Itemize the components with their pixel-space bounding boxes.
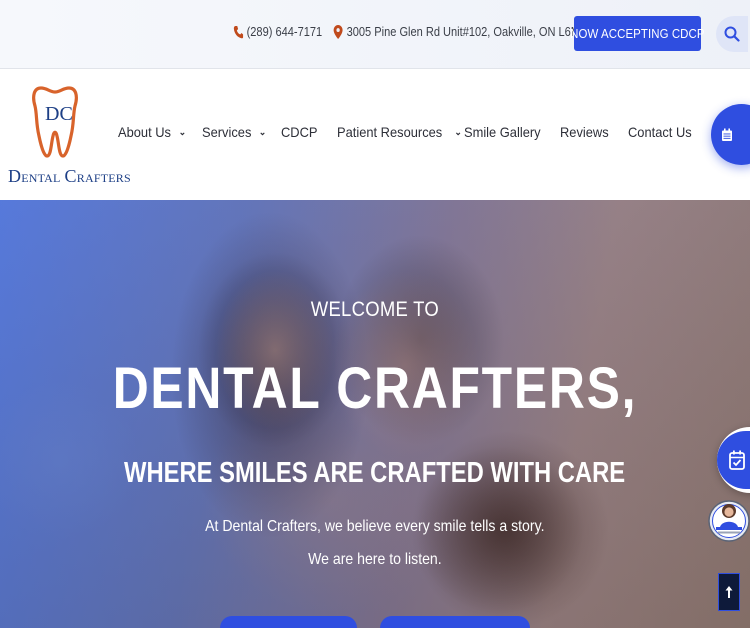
top-bar: (289) 644-7171 3005 Pine Glen Rd Unit#10… — [0, 0, 750, 69]
hero-subtitle-text: WHERE SMILES ARE CRAFTED WITH CARE — [124, 457, 626, 489]
hero-welcome-label: WELCOME TO — [310, 298, 440, 321]
nav-item-about-us[interactable]: About Us ⌄ — [118, 124, 186, 140]
nav-item-patient-resources[interactable]: Patient Resources ⌄ — [337, 124, 462, 140]
review-badge-icon — [708, 500, 750, 542]
accepting-cdcp-label: NOW ACCEPTING CDCP — [570, 26, 705, 41]
logo-word-ental: ENTAL — [21, 171, 61, 185]
nav-label: Smile Gallery — [464, 124, 541, 140]
hero-text-line1: At Dental Crafters, we believe every smi… — [0, 518, 750, 536]
calendar-check-icon — [729, 450, 745, 470]
hero-text-line2: We are here to listen. — [0, 551, 750, 569]
address-link[interactable]: 3005 Pine Glen Rd Unit#102, Oakville, ON… — [333, 24, 603, 39]
hero-title: DENTAL CRAFTERS, — [0, 356, 750, 422]
hero-subtitle: WHERE SMILES ARE CRAFTED WITH CARE — [0, 456, 750, 490]
nav-label: Contact Us — [628, 124, 692, 140]
hero-welcome-text: WELCOME TO — [0, 298, 750, 322]
tooth-logo-icon: DC — [32, 86, 78, 158]
nav-item-services[interactable]: Services ⌄ — [202, 124, 266, 140]
nav-item-cdcp[interactable]: CDCP — [281, 124, 321, 140]
chevron-down-icon: ⌄ — [258, 126, 267, 137]
nav-item-smile-gallery[interactable]: Smile Gallery — [464, 124, 547, 140]
scroll-to-top-button[interactable] — [718, 573, 740, 611]
logo-letter-c: C — [64, 166, 77, 186]
review-badge[interactable] — [708, 486, 750, 556]
nav-label: Patient Resources — [337, 124, 443, 140]
nav-item-reviews[interactable]: Reviews — [560, 124, 613, 140]
hero-title-text: DENTAL CRAFTERS, — [112, 356, 638, 421]
arrow-up-icon — [725, 586, 733, 598]
phone-icon — [233, 25, 244, 38]
search-button[interactable] — [716, 16, 748, 52]
nav-label: Reviews — [560, 124, 609, 140]
chevron-down-icon: ⌄ — [178, 126, 187, 137]
hero-text-line1-label: At Dental Crafters, we believe every smi… — [205, 518, 545, 535]
logo-wordmark: DENTAL CRAFTERS — [8, 166, 131, 187]
chevron-down-icon: ⌄ — [454, 126, 462, 137]
phone-link[interactable]: (289) 644-7171 — [233, 24, 322, 39]
nav-item-contact-us[interactable]: Contact Us — [628, 124, 697, 140]
calendar-icon — [722, 128, 732, 141]
phone-text: (289) 644-7171 — [246, 24, 323, 39]
nav-label: About Us — [118, 124, 171, 140]
logo-word-rafters: RAFTERS — [76, 171, 131, 185]
search-icon — [724, 26, 740, 42]
accepting-cdcp-button[interactable]: NOW ACCEPTING CDCP — [570, 16, 705, 51]
logo-letter-d: D — [8, 166, 22, 186]
hero-text-line2-label: We are here to listen. — [308, 551, 442, 568]
hero-primary-button[interactable] — [220, 616, 357, 628]
address-text: 3005 Pine Glen Rd Unit#102, Oakville, ON… — [346, 24, 603, 39]
nav-label: Services — [202, 124, 252, 140]
nav-label: CDCP — [281, 124, 318, 140]
hero-secondary-button[interactable] — [380, 616, 530, 628]
map-pin-icon — [333, 24, 343, 39]
logo-monogram: DC — [45, 103, 73, 125]
